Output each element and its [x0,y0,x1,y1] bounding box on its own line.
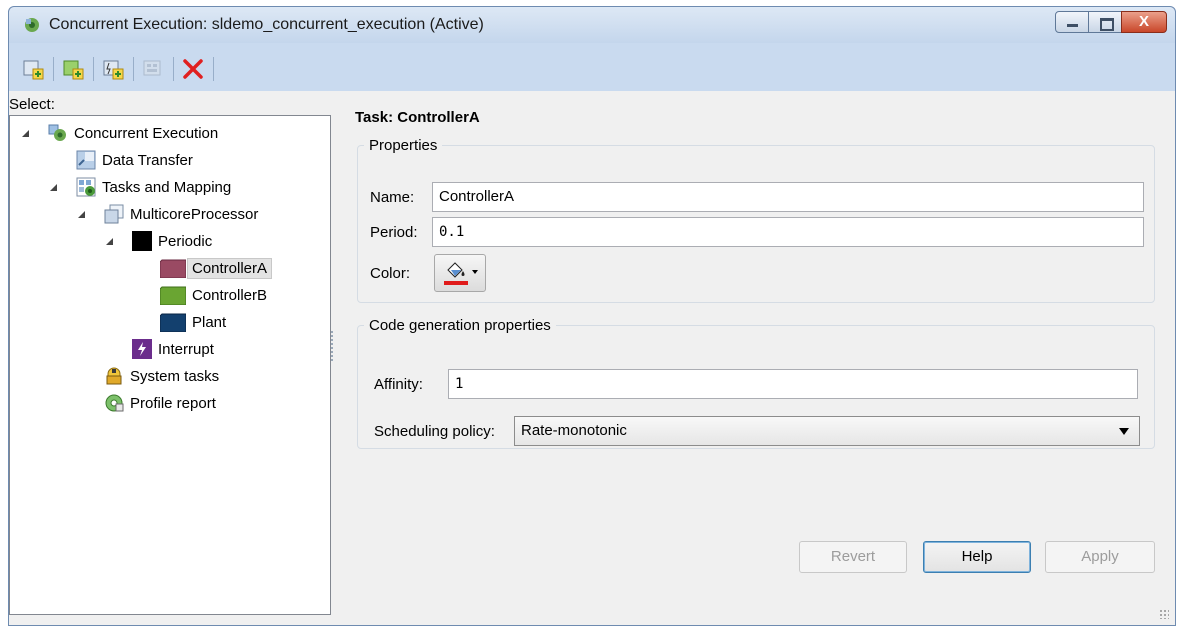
task-color-icon [160,259,186,278]
scheduling-policy-dropdown[interactable]: Rate-monotonic [514,416,1140,446]
color-swatch [444,281,468,285]
name-label: Name: [370,189,415,206]
tree-item-label: ControllerB [192,286,268,304]
minimize-button[interactable] [1055,11,1089,33]
expand-arrow-icon[interactable] [78,211,85,218]
close-button[interactable]: X [1121,11,1167,33]
properties-group: Properties Name: ControllerA Period: 0.1… [357,137,1155,303]
toolbar [9,43,1175,93]
periodic-color-icon [132,231,152,251]
chevron-down-icon [472,270,478,274]
tree-item-label: Tasks and Mapping [102,178,232,196]
affinity-label: Affinity: [374,376,423,393]
tree-item-label: ControllerA [187,257,273,279]
close-icon: X [1138,13,1149,30]
add-periodic-trigger-icon[interactable] [61,57,85,81]
title-bar: Concurrent Execution: sldemo_concurrent_… [9,7,1175,43]
help-button[interactable]: Help [923,541,1031,573]
maximize-button[interactable] [1088,11,1122,33]
tree-item-tasks-and-mapping[interactable]: Tasks and Mapping [50,175,232,199]
toolbar-separator [93,57,94,81]
task-title: Task: ControllerA [355,109,480,126]
properties-legend: Properties [369,137,438,154]
chevron-down-icon [1119,428,1129,435]
toolbar-separator [53,57,54,81]
tree-item-data-transfer[interactable]: Data Transfer [76,148,193,172]
task-properties-pane: Task: ControllerA Properties Name: Contr… [355,91,1175,625]
concurrent-execution-icon [25,18,39,32]
scheduling-policy-label: Scheduling policy: [374,423,495,440]
tree-item-label: System tasks [130,367,220,385]
concurrent-execution-window: Concurrent Execution: sldemo_concurrent_… [8,6,1176,626]
select-label: Select: [9,96,55,113]
profile-report-icon [105,394,124,412]
add-interrupt-icon[interactable] [101,57,125,81]
tree-item-interrupt[interactable]: Interrupt [132,337,214,361]
delete-icon[interactable] [181,57,205,81]
toolbar-separator [173,57,174,81]
tree-item-controllerb[interactable]: ControllerB [160,283,267,307]
task-color-icon [160,286,186,305]
tree-item-plant[interactable]: Plant [160,310,226,334]
add-grouped-icon[interactable] [141,57,165,81]
tree-item-label: MulticoreProcessor [130,205,259,223]
paint-bucket-icon [447,262,465,278]
color-label: Color: [370,265,411,282]
tree-item-multicore-processor[interactable]: MulticoreProcessor [78,202,259,226]
expand-arrow-icon[interactable] [106,238,113,245]
period-label: Period: [370,224,418,241]
tree-item-controllera[interactable]: ControllerA [160,256,273,280]
client-area: Select: Concurrent Execution Data Transf… [9,91,1175,625]
code-generation-group: Code generation properties Affinity: 1 S… [357,317,1155,449]
expand-arrow-icon[interactable] [22,130,29,137]
resize-grip[interactable] [1159,609,1169,619]
tree-item-label: Data Transfer [102,151,193,169]
concurrent-execution-icon [48,124,66,141]
tree-view[interactable]: Concurrent Execution Data Transfer Tasks… [9,115,331,615]
toolbar-separator [133,57,134,81]
tree-item-label: Concurrent Execution [74,124,219,142]
tree-item-system-tasks[interactable]: System tasks [104,364,219,388]
interrupt-icon [132,339,152,359]
tree-item-label: Periodic [158,232,213,250]
color-picker-button[interactable] [434,254,486,292]
system-tasks-icon [106,367,122,385]
revert-button[interactable]: Revert [799,541,907,573]
period-field[interactable]: 0.1 [432,217,1144,247]
tree-item-label: Plant [192,313,227,331]
tree-item-label: Interrupt [158,340,214,358]
tasks-mapping-icon [76,177,96,197]
tree-item-label: Profile report [130,394,216,412]
affinity-field[interactable]: 1 [448,369,1138,399]
expand-arrow-icon[interactable] [50,184,57,191]
tree-item-periodic[interactable]: Periodic [106,229,213,253]
window-title: Concurrent Execution: sldemo_concurrent_… [49,16,484,33]
code-generation-legend: Code generation properties [369,317,551,334]
task-color-icon [160,313,186,332]
minimize-icon [1067,24,1078,27]
name-field[interactable]: ControllerA [432,182,1144,212]
add-task-icon[interactable] [21,57,45,81]
tree-item-concurrent-execution[interactable]: Concurrent Execution [22,121,219,145]
toolbar-separator [213,57,214,81]
data-transfer-icon [76,150,96,170]
maximize-icon [1100,18,1114,31]
pane-splitter[interactable] [331,331,335,361]
processor-icon [104,204,124,224]
apply-button[interactable]: Apply [1045,541,1155,573]
tree-item-profile-report[interactable]: Profile report [104,391,216,415]
scheduling-policy-value: Rate-monotonic [521,422,627,439]
